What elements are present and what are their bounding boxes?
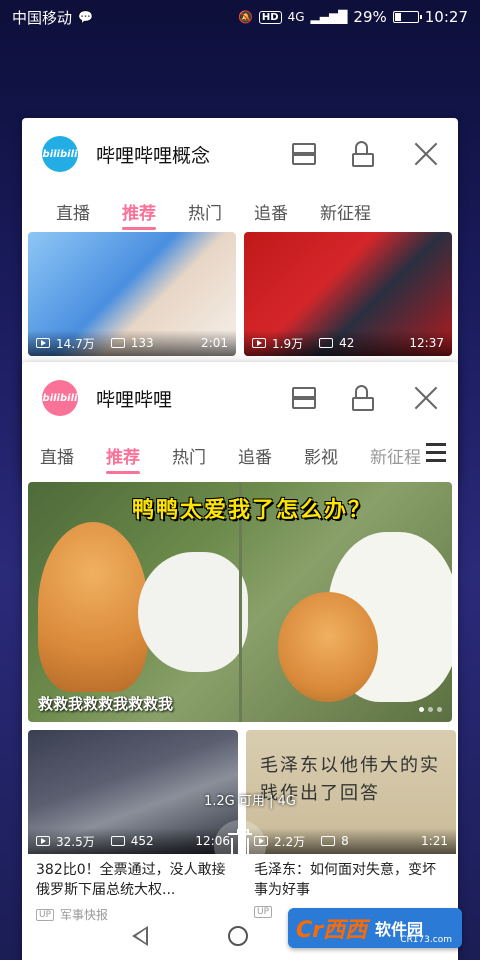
memory-available-label: 1.2G 可用 | 4G xyxy=(204,794,296,809)
cat-image xyxy=(38,522,148,692)
home-icon[interactable] xyxy=(228,926,248,946)
watermark-logo: Cr西西 xyxy=(296,918,367,943)
play-count-icon xyxy=(36,338,50,348)
split-screen-icon[interactable] xyxy=(292,143,316,165)
app-title: 哔哩哔哩 xyxy=(96,388,173,411)
back-icon[interactable] xyxy=(132,926,148,946)
carrier-label: 中国移动 xyxy=(12,8,73,27)
carousel-dots xyxy=(419,707,442,712)
battery-fill xyxy=(394,13,401,21)
app-title: 哔哩哔哩概念 xyxy=(96,144,211,167)
video-meta: 14.7万 133 2:01 xyxy=(28,330,236,356)
tab-recommend[interactable]: 推荐 xyxy=(90,434,156,476)
close-icon[interactable] xyxy=(414,142,438,166)
duration: 1:21 xyxy=(421,834,448,848)
video-meta: 32.5万 452 12:06 xyxy=(28,828,238,854)
tab-new-journey[interactable]: 新征程 xyxy=(354,434,437,476)
danmaku-count: 452 xyxy=(130,834,154,848)
video-title: 毛泽东：如何面对失意，变坏事为好事 xyxy=(254,862,436,898)
signal-icon: ▂▄▆█ xyxy=(310,10,348,24)
lock-icon[interactable] xyxy=(352,141,374,167)
duration: 12:37 xyxy=(409,336,444,350)
view-count: 1.9万 xyxy=(272,336,304,351)
card-header: bilibili 哔哩哔哩概念 xyxy=(22,118,458,190)
video-card[interactable]: 毛泽东以他伟大的实践作出了回答 2.2万 8 1:21 毛泽东：如何面对失意，变… xyxy=(246,730,456,927)
card-header: bilibili 哔哩哔哩 xyxy=(22,362,458,434)
tab-bar: 直播 推荐 热门 追番 影视 新征程 xyxy=(22,434,458,476)
watermark-url: CR173.com xyxy=(400,935,452,945)
video-meta: 2.2万 8 1:21 xyxy=(246,828,456,854)
tab-live[interactable]: 直播 xyxy=(24,434,90,476)
tab-anime[interactable]: 追番 xyxy=(222,434,288,476)
video-thumbnail[interactable]: 14.7万 133 2:01 xyxy=(28,232,236,356)
status-bar: 中国移动 💬 🔕 HD 4G ▂▄▆█ 29% 10:27 xyxy=(0,0,480,34)
lock-icon[interactable] xyxy=(352,385,374,411)
close-icon[interactable] xyxy=(414,386,438,410)
clear-all-button[interactable] xyxy=(214,820,266,872)
duration: 2:01 xyxy=(201,336,228,350)
bilibili-logo-icon: bilibili xyxy=(42,380,78,416)
chat-icon: 💬 xyxy=(78,10,93,24)
tab-anime[interactable]: 追番 xyxy=(238,190,304,232)
tab-recommend[interactable]: 推荐 xyxy=(106,190,172,232)
video-title: 382比0！全票通过，没人敢接俄罗斯下届总统大权... xyxy=(36,862,226,898)
danmaku-count: 133 xyxy=(130,336,154,350)
banner-caption: 救救我救救我救救我 xyxy=(38,695,174,713)
cat-image xyxy=(278,592,378,702)
site-watermark: Cr西西 软件园 CR173.com xyxy=(288,908,462,948)
danmaku-count: 42 xyxy=(339,336,355,350)
danmaku-count: 8 xyxy=(341,834,349,848)
battery-percent: 29% xyxy=(353,8,387,26)
play-count-icon xyxy=(252,338,266,348)
bilibili-logo-icon: bilibili xyxy=(42,136,78,172)
duck-image xyxy=(138,552,248,672)
split-screen-icon[interactable] xyxy=(292,387,316,409)
video-grid: 14.7万 133 2:01 1.9万 42 12:37 xyxy=(22,232,458,356)
clock: 10:27 xyxy=(424,8,468,26)
tab-hot[interactable]: 热门 xyxy=(172,190,238,232)
tab-movies[interactable]: 影视 xyxy=(288,434,354,476)
video-card[interactable]: 32.5万 452 12:06 382比0！全票通过，没人敢接俄罗斯下届总统大权… xyxy=(28,730,238,927)
view-count: 32.5万 xyxy=(56,834,95,849)
menu-icon[interactable] xyxy=(426,443,446,465)
danmaku-icon xyxy=(321,836,336,846)
mute-icon: 🔕 xyxy=(237,10,253,24)
banner-carousel[interactable]: 鸭鸭太爱我了怎么办？ 救救我救救我救救我 xyxy=(28,482,452,722)
tab-new-journey[interactable]: 新征程 xyxy=(304,190,387,232)
video-thumbnail[interactable]: 1.9万 42 12:37 xyxy=(244,232,452,356)
trash-icon xyxy=(228,829,252,860)
banner-headline: 鸭鸭太爱我了怎么办？ xyxy=(132,498,373,523)
tab-live[interactable]: 直播 xyxy=(40,190,106,232)
battery-icon xyxy=(392,11,422,23)
video-meta: 1.9万 42 12:37 xyxy=(244,330,452,356)
play-count-icon xyxy=(36,836,50,846)
tab-bar: 直播 推荐 热门 追番 新征程 xyxy=(22,190,458,232)
view-count: 2.2万 xyxy=(274,834,306,849)
danmaku-icon xyxy=(110,338,125,348)
tab-hot[interactable]: 热门 xyxy=(156,434,222,476)
net-type-label: 4G xyxy=(287,10,305,24)
view-count: 14.7万 xyxy=(56,336,95,351)
danmaku-icon xyxy=(110,836,125,846)
hd-icon: HD xyxy=(258,10,282,24)
danmaku-icon xyxy=(319,338,334,348)
